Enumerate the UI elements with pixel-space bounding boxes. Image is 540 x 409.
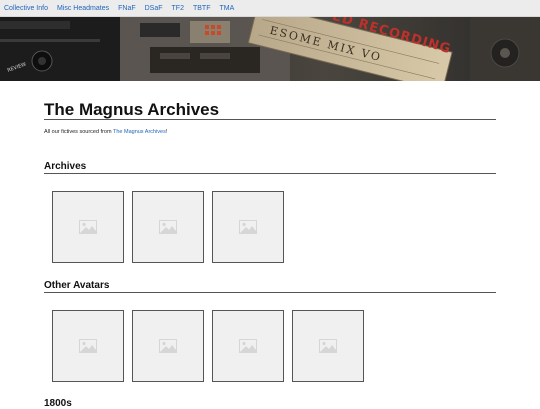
intro-paragraph: All our fictives sourced from The Magnus… bbox=[44, 129, 167, 135]
archives-thumbnail[interactable] bbox=[212, 191, 284, 263]
nav-tf2[interactable]: TF2 bbox=[172, 5, 184, 12]
image-placeholder-icon bbox=[159, 220, 177, 234]
image-placeholder-icon bbox=[79, 220, 97, 234]
section-title-archives: Archives bbox=[44, 161, 87, 172]
image-placeholder-icon bbox=[159, 339, 177, 353]
image-placeholder-icon bbox=[239, 220, 257, 234]
nav-collective-info[interactable]: Collective Info bbox=[4, 5, 48, 12]
image-placeholder-icon bbox=[319, 339, 337, 353]
section-title-1800s: 1800s bbox=[44, 398, 72, 409]
nav-tbtf[interactable]: TBTF bbox=[193, 5, 211, 12]
nav-dsaf[interactable]: DSaF bbox=[145, 5, 163, 12]
page-title: The Magnus Archives bbox=[44, 100, 220, 119]
section-divider-other-avatars bbox=[44, 292, 496, 293]
nav-misc-headmates[interactable]: Misc Headmates bbox=[57, 5, 109, 12]
nav-tma[interactable]: TMA bbox=[219, 5, 234, 12]
archives-thumbnail[interactable] bbox=[132, 191, 204, 263]
image-placeholder-icon bbox=[239, 339, 257, 353]
title-divider bbox=[44, 119, 496, 120]
avatar-thumbnail[interactable] bbox=[132, 310, 204, 382]
avatar-thumbnail[interactable] bbox=[212, 310, 284, 382]
section-title-other-avatars: Other Avatars bbox=[44, 280, 110, 291]
archives-grid bbox=[52, 191, 292, 263]
avatar-thumbnail[interactable] bbox=[292, 310, 364, 382]
header-banner-image: REVIEW ESOME MIX VO ED RECORDING bbox=[0, 17, 540, 81]
nav-fnaf[interactable]: FNaF bbox=[118, 5, 136, 12]
other-avatars-grid bbox=[52, 310, 372, 382]
section-divider-archives bbox=[44, 173, 496, 174]
image-placeholder-icon bbox=[79, 339, 97, 353]
intro-end: ! bbox=[165, 129, 168, 135]
top-navigation: Collective Info Misc Headmates FNaF DSaF… bbox=[0, 0, 540, 17]
intro-text: All our fictives sourced from bbox=[44, 129, 113, 135]
cassette-recorder-illustration: REVIEW ESOME MIX VO ED RECORDING bbox=[0, 17, 540, 81]
avatar-thumbnail[interactable] bbox=[52, 310, 124, 382]
magnus-archives-link[interactable]: The Magnus Archives bbox=[113, 129, 166, 135]
archives-thumbnail[interactable] bbox=[52, 191, 124, 263]
